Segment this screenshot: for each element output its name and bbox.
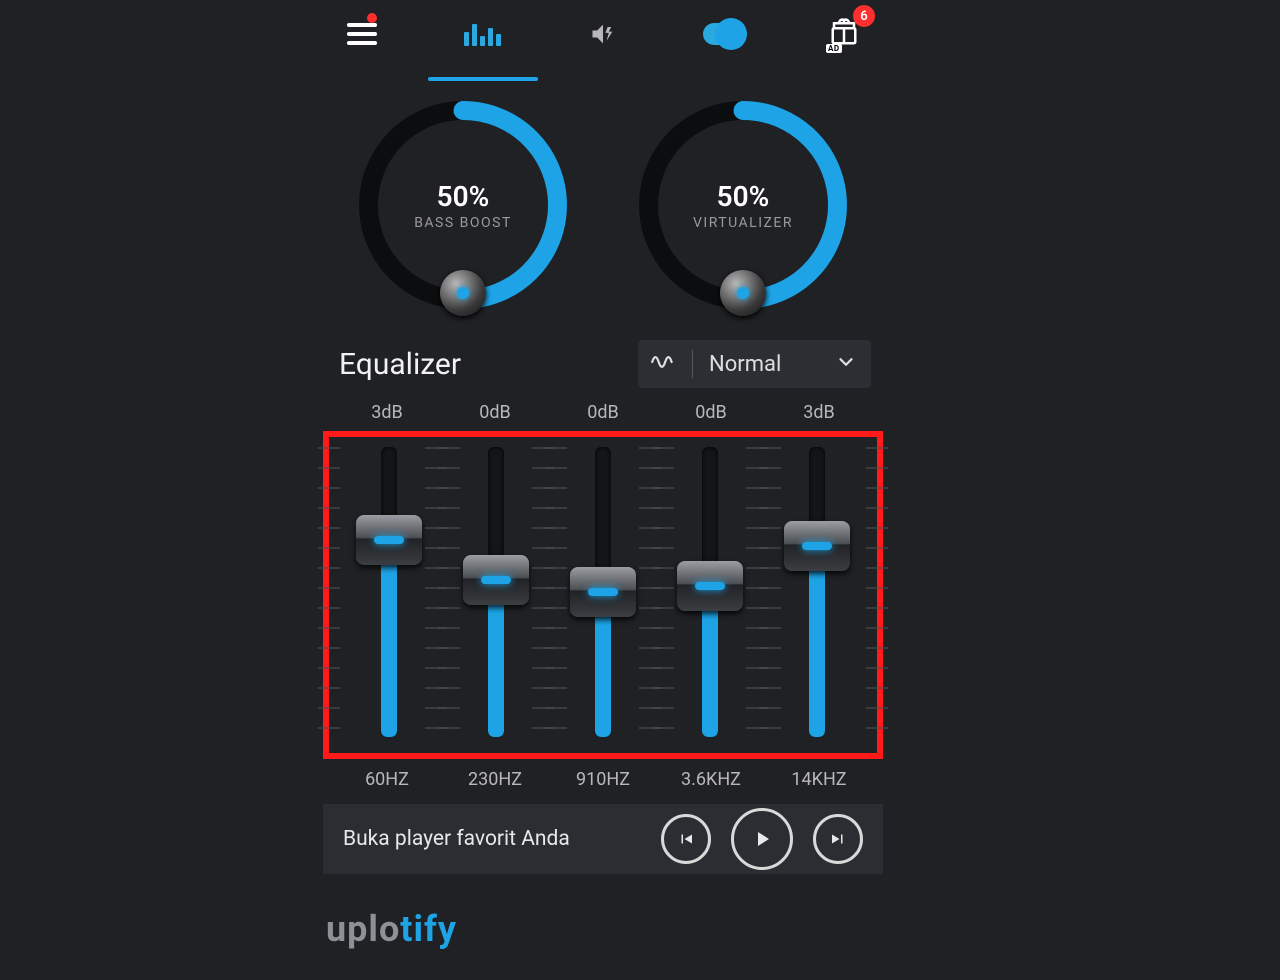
volume-boost-button[interactable] <box>582 13 624 55</box>
skip-previous-icon <box>677 830 695 848</box>
play-button[interactable] <box>731 808 793 870</box>
equalizer-title: Equalizer <box>339 347 461 382</box>
equalizer-panel: AD 6 50% BASS BOOST <box>323 0 883 874</box>
ad-label: AD <box>826 44 842 53</box>
next-button[interactable] <box>813 814 863 864</box>
toggle-track <box>703 23 745 45</box>
gift-ads-button[interactable]: AD 6 <box>823 13 865 55</box>
slider-thumb[interactable] <box>570 567 636 617</box>
play-icon <box>750 827 774 851</box>
db-label: 3dB <box>774 402 864 423</box>
equalizer-sliders-box <box>323 431 883 759</box>
wave-icon <box>650 349 676 379</box>
watermark: uplotify <box>326 908 457 950</box>
slider-thumb[interactable] <box>677 561 743 611</box>
hamburger-icon <box>347 23 377 45</box>
virtualizer-knob[interactable]: 50% VIRTUALIZER <box>638 100 848 310</box>
freq-label: 230HZ <box>450 769 540 790</box>
freq-label: 14KHZ <box>774 769 864 790</box>
bass-knob-handle[interactable] <box>440 270 486 316</box>
player-bar: Buka player favorit Anda <box>323 804 883 874</box>
db-label: 0dB <box>666 402 756 423</box>
power-toggle[interactable] <box>703 13 745 55</box>
equalizer-header: Equalizer Normal <box>339 340 871 388</box>
speaker-bolt-icon <box>589 20 617 48</box>
eq-slider-910hz[interactable] <box>560 447 646 737</box>
app-root: AD 6 50% BASS BOOST <box>0 0 1280 980</box>
db-labels-row: 3dB 0dB 0dB 0dB 3dB <box>333 402 873 423</box>
db-label: 0dB <box>450 402 540 423</box>
equalizer-bars-icon <box>464 22 501 46</box>
chevron-down-icon <box>835 351 857 377</box>
notification-dot-icon <box>367 13 377 23</box>
rotary-knobs-row: 50% BASS BOOST 50% VIRTUALIZER <box>323 100 883 310</box>
equalizer-tab[interactable] <box>462 13 504 55</box>
eq-slider-230hz[interactable] <box>453 447 539 737</box>
preset-label: Normal <box>709 352 819 377</box>
slider-thumb[interactable] <box>784 521 850 571</box>
watermark-part2: tify <box>400 908 457 950</box>
virtualizer-knob-handle[interactable] <box>720 270 766 316</box>
preset-divider <box>692 350 693 378</box>
freq-label: 910HZ <box>558 769 648 790</box>
active-tab-indicator <box>428 77 538 81</box>
menu-button[interactable] <box>341 13 383 55</box>
preset-selector[interactable]: Normal <box>638 340 871 388</box>
eq-slider-3.6khz[interactable] <box>667 447 753 737</box>
topbar: AD 6 <box>323 0 883 54</box>
watermark-part1: uplo <box>326 908 400 950</box>
slider-thumb[interactable] <box>463 555 529 605</box>
gift-badge: 6 <box>853 5 875 27</box>
eq-slider-60hz[interactable] <box>346 447 432 737</box>
now-playing-text: Buka player favorit Anda <box>343 827 641 851</box>
skip-next-icon <box>829 830 847 848</box>
freq-labels-row: 60HZ 230HZ 910HZ 3.6KHZ 14KHZ <box>333 769 873 790</box>
slider-thumb[interactable] <box>356 515 422 565</box>
bass-boost-knob[interactable]: 50% BASS BOOST <box>358 100 568 310</box>
freq-label: 60HZ <box>342 769 432 790</box>
db-label: 0dB <box>558 402 648 423</box>
freq-label: 3.6KHZ <box>666 769 756 790</box>
previous-button[interactable] <box>661 814 711 864</box>
toggle-thumb-icon <box>715 18 747 50</box>
eq-slider-14khz[interactable] <box>774 447 860 737</box>
db-label: 3dB <box>342 402 432 423</box>
